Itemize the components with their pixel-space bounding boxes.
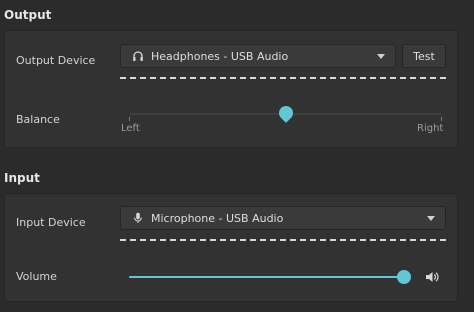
output-panel: Output Device Headphones - USB Audio Tes…	[4, 30, 458, 148]
balance-right-label: Right	[417, 123, 444, 134]
output-device-label: Output Device	[16, 54, 96, 67]
volume-label: Volume	[16, 270, 57, 283]
volume-handle[interactable]	[397, 270, 411, 284]
volume-fill	[129, 276, 404, 278]
output-device-combo[interactable]: Headphones - USB Audio	[120, 44, 396, 68]
balance-left-label: Left	[121, 123, 140, 134]
input-panel: Input Device Microphone - USB Audio Volu…	[4, 193, 458, 302]
output-section-title: Output	[4, 8, 52, 22]
input-device-dashes	[120, 239, 446, 241]
balance-label: Balance	[16, 113, 60, 126]
speaker-icon[interactable]	[424, 269, 440, 285]
balance-handle[interactable]	[275, 103, 296, 123]
balance-tick-right	[441, 117, 442, 121]
chevron-down-icon	[377, 53, 385, 59]
input-device-label: Input Device	[16, 216, 86, 229]
balance-tick-left	[129, 117, 130, 121]
test-button[interactable]: Test	[402, 44, 446, 68]
input-section-title: Input	[4, 171, 40, 185]
input-device-combo[interactable]: Microphone - USB Audio	[120, 206, 446, 230]
output-device-dashes	[120, 77, 446, 79]
headphones-icon	[131, 49, 145, 63]
input-device-value: Microphone - USB Audio	[151, 211, 284, 225]
output-device-value: Headphones - USB Audio	[151, 49, 289, 63]
chevron-down-icon	[427, 215, 435, 221]
microphone-icon	[131, 211, 145, 225]
